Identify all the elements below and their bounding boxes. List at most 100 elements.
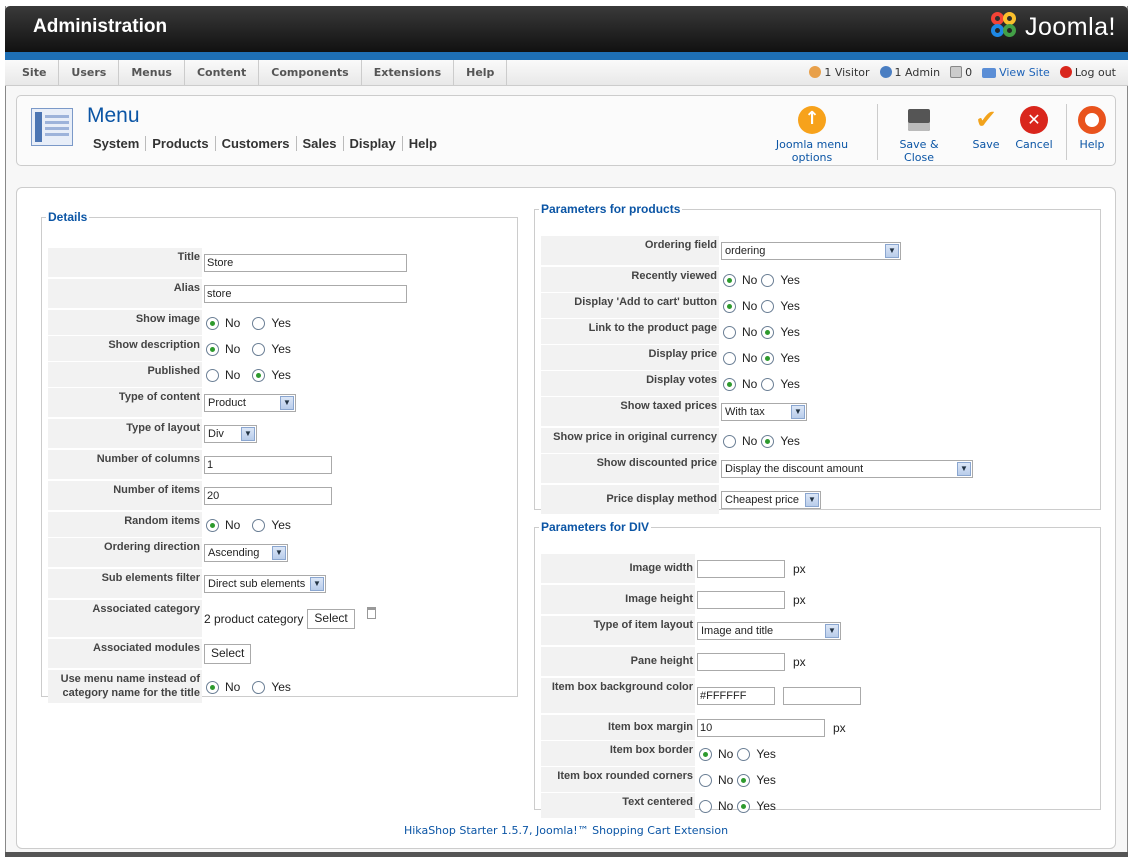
recently-viewed-yes-radio[interactable] [761, 273, 775, 287]
text-centered-row: Text centered No Yes [541, 793, 1096, 819]
show-image-yes-radio[interactable] [252, 316, 266, 330]
radio-no-label: No [742, 351, 758, 365]
orig-currency-yes-radio[interactable] [761, 434, 775, 448]
cancel-button[interactable]: ✕ Cancel [1015, 106, 1053, 151]
radio-no-label: No [742, 434, 758, 448]
messages-status[interactable]: 0 [950, 60, 972, 86]
bg-color-input[interactable]: #FFFFFF [697, 687, 775, 705]
logout-link[interactable]: Log out [1059, 60, 1116, 86]
footer-credit[interactable]: HikaShop Starter 1.5.7, Joomla!™ Shoppin… [17, 824, 1115, 837]
assoc-modules-select-button[interactable]: Select [204, 644, 252, 664]
radio-no-label: No [225, 680, 241, 694]
box-border-yes-radio[interactable] [737, 747, 751, 761]
save-button[interactable]: ✔ Save [967, 106, 1005, 151]
bg-color-preview[interactable] [783, 687, 861, 705]
text-centered-yes-radio[interactable] [737, 799, 751, 813]
text-centered-no-radio[interactable] [699, 799, 712, 813]
ordering-field-row: Ordering field ordering ▼ [541, 236, 1096, 266]
num-items-input[interactable]: 20 [204, 487, 332, 505]
use-menu-name-no-radio[interactable] [206, 680, 219, 694]
show-description-no-radio[interactable] [206, 342, 219, 356]
sub-navigation: System Products Customers Sales Display … [93, 136, 443, 151]
help-button[interactable]: Help [1075, 106, 1109, 151]
monitor-icon [982, 68, 997, 78]
title-input[interactable]: Store [204, 254, 407, 272]
save-close-button[interactable]: Save & Close [883, 106, 955, 164]
item-layout-value: Image and title [701, 625, 774, 637]
num-columns-input[interactable]: 1 [204, 456, 332, 474]
radio-yes-label: Yes [780, 434, 800, 448]
header-accent-bar [5, 52, 1128, 60]
menu-components[interactable]: Components [259, 60, 362, 86]
rounded-corners-yes-radio[interactable] [737, 773, 751, 787]
show-image-no-radio[interactable] [206, 316, 219, 330]
orig-currency-no-radio[interactable] [723, 434, 736, 448]
sub-filter-row: Sub elements filter Direct sub elements ▼ [48, 569, 508, 599]
radio-no-label: No [718, 799, 734, 813]
ordering-direction-select[interactable]: Ascending ▼ [204, 544, 288, 562]
type-content-label: Type of content [48, 388, 202, 418]
item-layout-row: Type of item layout Image and title ▼ [541, 616, 1096, 646]
view-site-link[interactable]: View Site [982, 60, 1050, 86]
taxed-prices-select[interactable]: With tax ▼ [721, 403, 807, 421]
radio-yes-label: Yes [271, 368, 291, 382]
add-to-cart-no-radio[interactable] [723, 299, 736, 313]
random-items-no-radio[interactable] [206, 518, 219, 532]
options-arrow-icon: ↑ [798, 106, 826, 134]
trash-icon[interactable] [366, 607, 376, 619]
type-layout-value: Div [208, 428, 224, 440]
link-product-yes-radio[interactable] [761, 325, 775, 339]
price-method-select[interactable]: Cheapest price ▼ [721, 491, 821, 509]
add-to-cart-yes-radio[interactable] [761, 299, 775, 313]
subnav-sales[interactable]: Sales [297, 136, 344, 151]
menu-content[interactable]: Content [185, 60, 260, 86]
box-margin-input[interactable]: 10 [697, 719, 825, 737]
ordering-field-select[interactable]: ordering ▼ [721, 242, 901, 260]
box-border-no-radio[interactable] [699, 747, 712, 761]
use-menu-name-yes-radio[interactable] [252, 680, 266, 694]
published-yes-radio[interactable] [252, 368, 266, 382]
use-menu-name-row: Use menu name instead of category name fo… [48, 670, 508, 704]
chevron-down-icon: ▼ [241, 427, 255, 441]
recently-viewed-label: Recently viewed [541, 267, 719, 293]
subnav-system[interactable]: System [93, 136, 147, 151]
sub-filter-select[interactable]: Direct sub elements ▼ [204, 575, 326, 593]
type-layout-select[interactable]: Div ▼ [204, 425, 257, 443]
menu-help[interactable]: Help [454, 60, 508, 86]
menu-extensions[interactable]: Extensions [362, 60, 455, 86]
ordering-direction-row: Ordering direction Ascending ▼ [48, 538, 508, 568]
subnav-customers[interactable]: Customers [216, 136, 297, 151]
menu-site[interactable]: Site [10, 60, 60, 86]
joomla-options-button[interactable]: ↑ Joomla menu options [757, 106, 867, 164]
alias-label: Alias [48, 279, 202, 309]
subnav-help[interactable]: Help [403, 136, 443, 151]
display-price-yes-radio[interactable] [761, 351, 775, 365]
image-width-input[interactable] [697, 560, 785, 578]
subnav-display[interactable]: Display [344, 136, 403, 151]
recently-viewed-no-radio[interactable] [723, 273, 736, 287]
item-layout-select[interactable]: Image and title ▼ [697, 622, 841, 640]
display-votes-no-radio[interactable] [723, 377, 736, 391]
floppy-icon [908, 109, 930, 131]
menu-users[interactable]: Users [59, 60, 120, 86]
rounded-corners-no-radio[interactable] [699, 773, 712, 787]
joomla-wordmark: Joomla! [1024, 12, 1116, 41]
menu-menus[interactable]: Menus [119, 60, 185, 86]
display-votes-yes-radio[interactable] [761, 377, 775, 391]
pane-height-input[interactable] [697, 653, 785, 671]
box-margin-row: Item box margin 10 px [541, 715, 1096, 741]
show-description-yes-radio[interactable] [252, 342, 266, 356]
alias-input[interactable]: store [204, 285, 407, 303]
published-no-radio[interactable] [206, 368, 219, 382]
subnav-products[interactable]: Products [146, 136, 216, 151]
px-unit: px [793, 562, 806, 576]
random-items-yes-radio[interactable] [252, 518, 266, 532]
image-height-input[interactable] [697, 591, 785, 609]
discounted-price-select[interactable]: Display the discount amount ▼ [721, 460, 973, 478]
assoc-category-select-button[interactable]: Select [307, 609, 355, 629]
type-content-select[interactable]: Product ▼ [204, 394, 296, 412]
link-product-no-radio[interactable] [723, 325, 736, 339]
title-row: Title Store [48, 248, 508, 278]
display-price-no-radio[interactable] [723, 351, 736, 365]
image-height-row: Image height px [541, 585, 1096, 615]
